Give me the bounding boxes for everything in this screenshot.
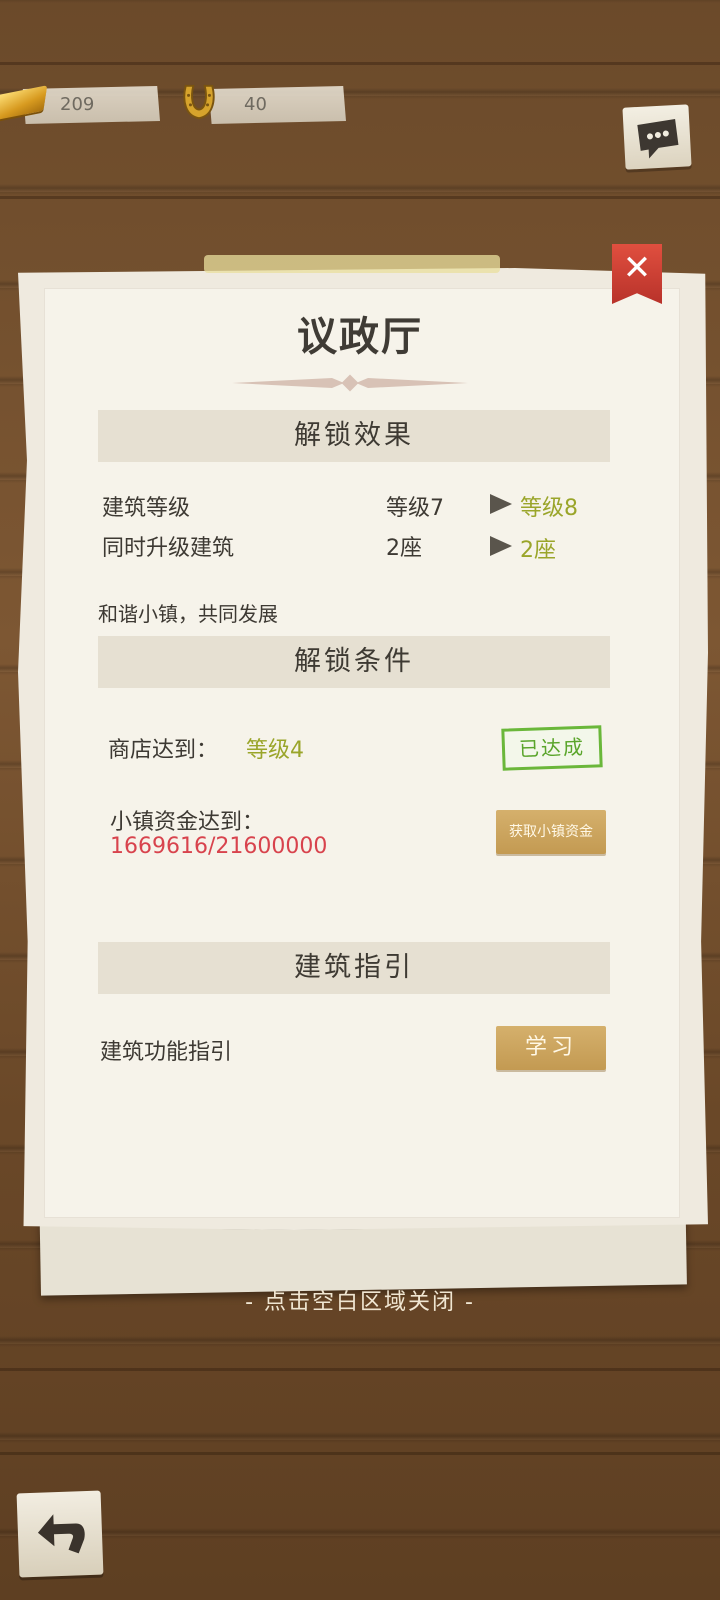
chat-button[interactable] [622, 104, 692, 170]
plank-seam [0, 1452, 720, 1455]
plank-seam [0, 1368, 720, 1371]
gold-counter: 209 [0, 85, 160, 124]
plank-seam [0, 62, 720, 65]
close-icon: ✕ [622, 248, 652, 288]
achieved-badge: 已达成 [501, 725, 603, 771]
learn-button[interactable]: 学习 [496, 1026, 606, 1070]
tape-strip [204, 255, 500, 273]
shop-condition-label: 商店达到： [108, 738, 219, 763]
guide-row-label: 建筑功能指引 [100, 1040, 233, 1065]
horseshoe-counter-strip [208, 86, 346, 124]
unlock-effect-heading: 解锁效果 [98, 410, 610, 462]
funds-condition-value: 1669616/21600000 [110, 834, 328, 859]
slogan-text: 和谐小镇，共同发展 [98, 602, 278, 626]
gold-value: 209 [60, 94, 95, 115]
plank-seam [0, 196, 720, 199]
chat-bubble-icon [637, 119, 679, 159]
arrow-right-icon [490, 536, 512, 556]
back-button[interactable] [16, 1490, 104, 1578]
unlock-conditions-heading: 解锁条件 [98, 636, 610, 688]
page-title: 议政厅 [297, 314, 423, 360]
arrow-right-icon [490, 494, 512, 514]
effect-row-label: 建筑等级 [102, 496, 191, 521]
get-funds-button[interactable]: 获取小镇资金 [496, 810, 606, 854]
back-arrow-icon [37, 1514, 85, 1554]
effect-row-current: 2座 [386, 536, 422, 561]
horseshoe-counter: 40 [183, 84, 346, 124]
guide-heading: 建筑指引 [98, 942, 610, 994]
effect-row-next: 2座 [520, 538, 556, 563]
close-hint[interactable]: - 点击空白区域关闭 - [0, 1284, 720, 1316]
horseshoe-icon [183, 84, 215, 120]
effect-row-next: 等级8 [520, 496, 578, 521]
effect-row-current: 等级7 [386, 496, 444, 521]
title-ornament [232, 374, 468, 392]
effect-row-label: 同时升级建筑 [102, 536, 235, 561]
shop-condition-value: 等级4 [246, 738, 304, 763]
horseshoe-value: 40 [244, 94, 267, 115]
funds-condition-label: 小镇资金达到： [110, 810, 265, 835]
